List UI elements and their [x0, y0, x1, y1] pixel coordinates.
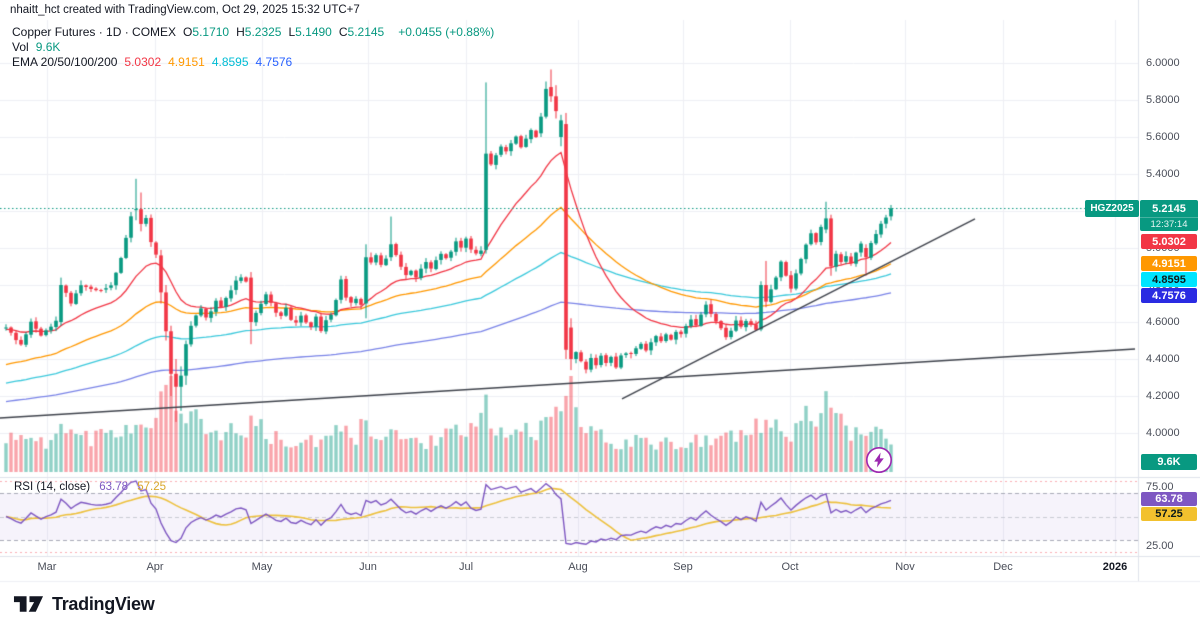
bar-countdown: 12:37:14 [1140, 217, 1198, 231]
tradingview-logo[interactable]: TradingView [13, 592, 154, 616]
change-value: +0.0455 (+0.88%) [398, 25, 494, 39]
rsi-ma-value: 57.25 [137, 481, 166, 493]
ohlc-item: L5.1490 [288, 25, 331, 39]
lightning-bolt-icon [865, 446, 893, 474]
price-chart-canvas[interactable] [0, 0, 1200, 584]
volume-value: 9.6K [36, 40, 61, 54]
ema-price-chip: 4.8595 [1141, 272, 1197, 287]
tradingview-logo-icon [13, 592, 44, 616]
price-axis-tick: 5.4000 [1146, 168, 1180, 180]
ohlc-item: H5.2325 [236, 25, 281, 39]
time-axis-month: May [252, 561, 273, 573]
price-axis-tick: 4.6000 [1146, 316, 1180, 328]
rsi-name[interactable]: RSI [14, 481, 33, 493]
time-axis-month: Nov [895, 561, 915, 573]
time-axis-month: Sep [673, 561, 693, 573]
time-axis-month: 2026 [1103, 561, 1127, 573]
ema-price-chip: 5.0302 [1141, 234, 1197, 249]
ema-value: 5.0302 [124, 55, 161, 69]
symbol-title[interactable]: Copper Futures · 1D · COMEX [12, 25, 176, 39]
time-axis-month: Jun [359, 561, 377, 573]
flash-idea-button[interactable] [865, 446, 893, 474]
last-price-value: 5.2145 [1140, 200, 1198, 217]
price-axis-tick: 5.6000 [1146, 131, 1180, 143]
chart-legend: Copper Futures · 1D · COMEX O5.1710 H5.23… [12, 25, 494, 70]
price-axis-tick: 4.2000 [1146, 390, 1180, 402]
price-axis-tick: 6.0000 [1146, 57, 1180, 69]
ema-value: 4.7576 [256, 55, 293, 69]
contract-symbol-chip: HGZ2025 [1085, 200, 1139, 217]
price-axis-tick: 4.4000 [1146, 353, 1180, 365]
ema-value: 4.9151 [168, 55, 205, 69]
attribution-line: nhaitt_hct created with TradingView.com,… [10, 4, 360, 16]
rsi-axis-tick: 25.00 [1146, 540, 1174, 552]
ema-value: 4.8595 [212, 55, 249, 69]
rsi-value-chip: 57.25 [1141, 507, 1197, 521]
ema-values: 5.0302 4.9151 4.8595 4.7576 [124, 55, 299, 69]
ohlc-values: O5.1710 H5.2325 L5.1490 C5.2145 [183, 25, 391, 39]
time-axis-month: Dec [993, 561, 1013, 573]
rsi-value: 63.78 [99, 481, 128, 493]
price-axis-tick: 5.8000 [1146, 94, 1180, 106]
last-price-chip: 5.2145 12:37:14 [1140, 200, 1198, 231]
rsi-value-chip: 63.78 [1141, 492, 1197, 506]
price-axis-tick: 4.0000 [1146, 427, 1180, 439]
time-axis-month: Aug [568, 561, 588, 573]
time-axis-month: Apr [146, 561, 163, 573]
time-axis-month: Jul [459, 561, 473, 573]
ema-price-chip: 4.9151 [1141, 256, 1197, 271]
ema-label[interactable]: EMA 20/50/100/200 [12, 55, 117, 69]
ema-price-chip: 4.7576 [1141, 288, 1197, 303]
rsi-params: (14, close) [36, 481, 90, 493]
tradingview-logo-text: TradingView [52, 594, 154, 615]
time-axis-month: Mar [38, 561, 57, 573]
ohlc-item: C5.2145 [339, 25, 384, 39]
ohlc-item: O5.1710 [183, 25, 229, 39]
volume-chip: 9.6K [1141, 454, 1197, 470]
rsi-legend: RSI (14, close) 63.78 57.25 [14, 481, 166, 493]
time-axis-month: Oct [781, 561, 798, 573]
volume-label: Vol [12, 40, 29, 54]
tradingview-chart-page: nhaitt_hct created with TradingView.com,… [0, 0, 1200, 631]
